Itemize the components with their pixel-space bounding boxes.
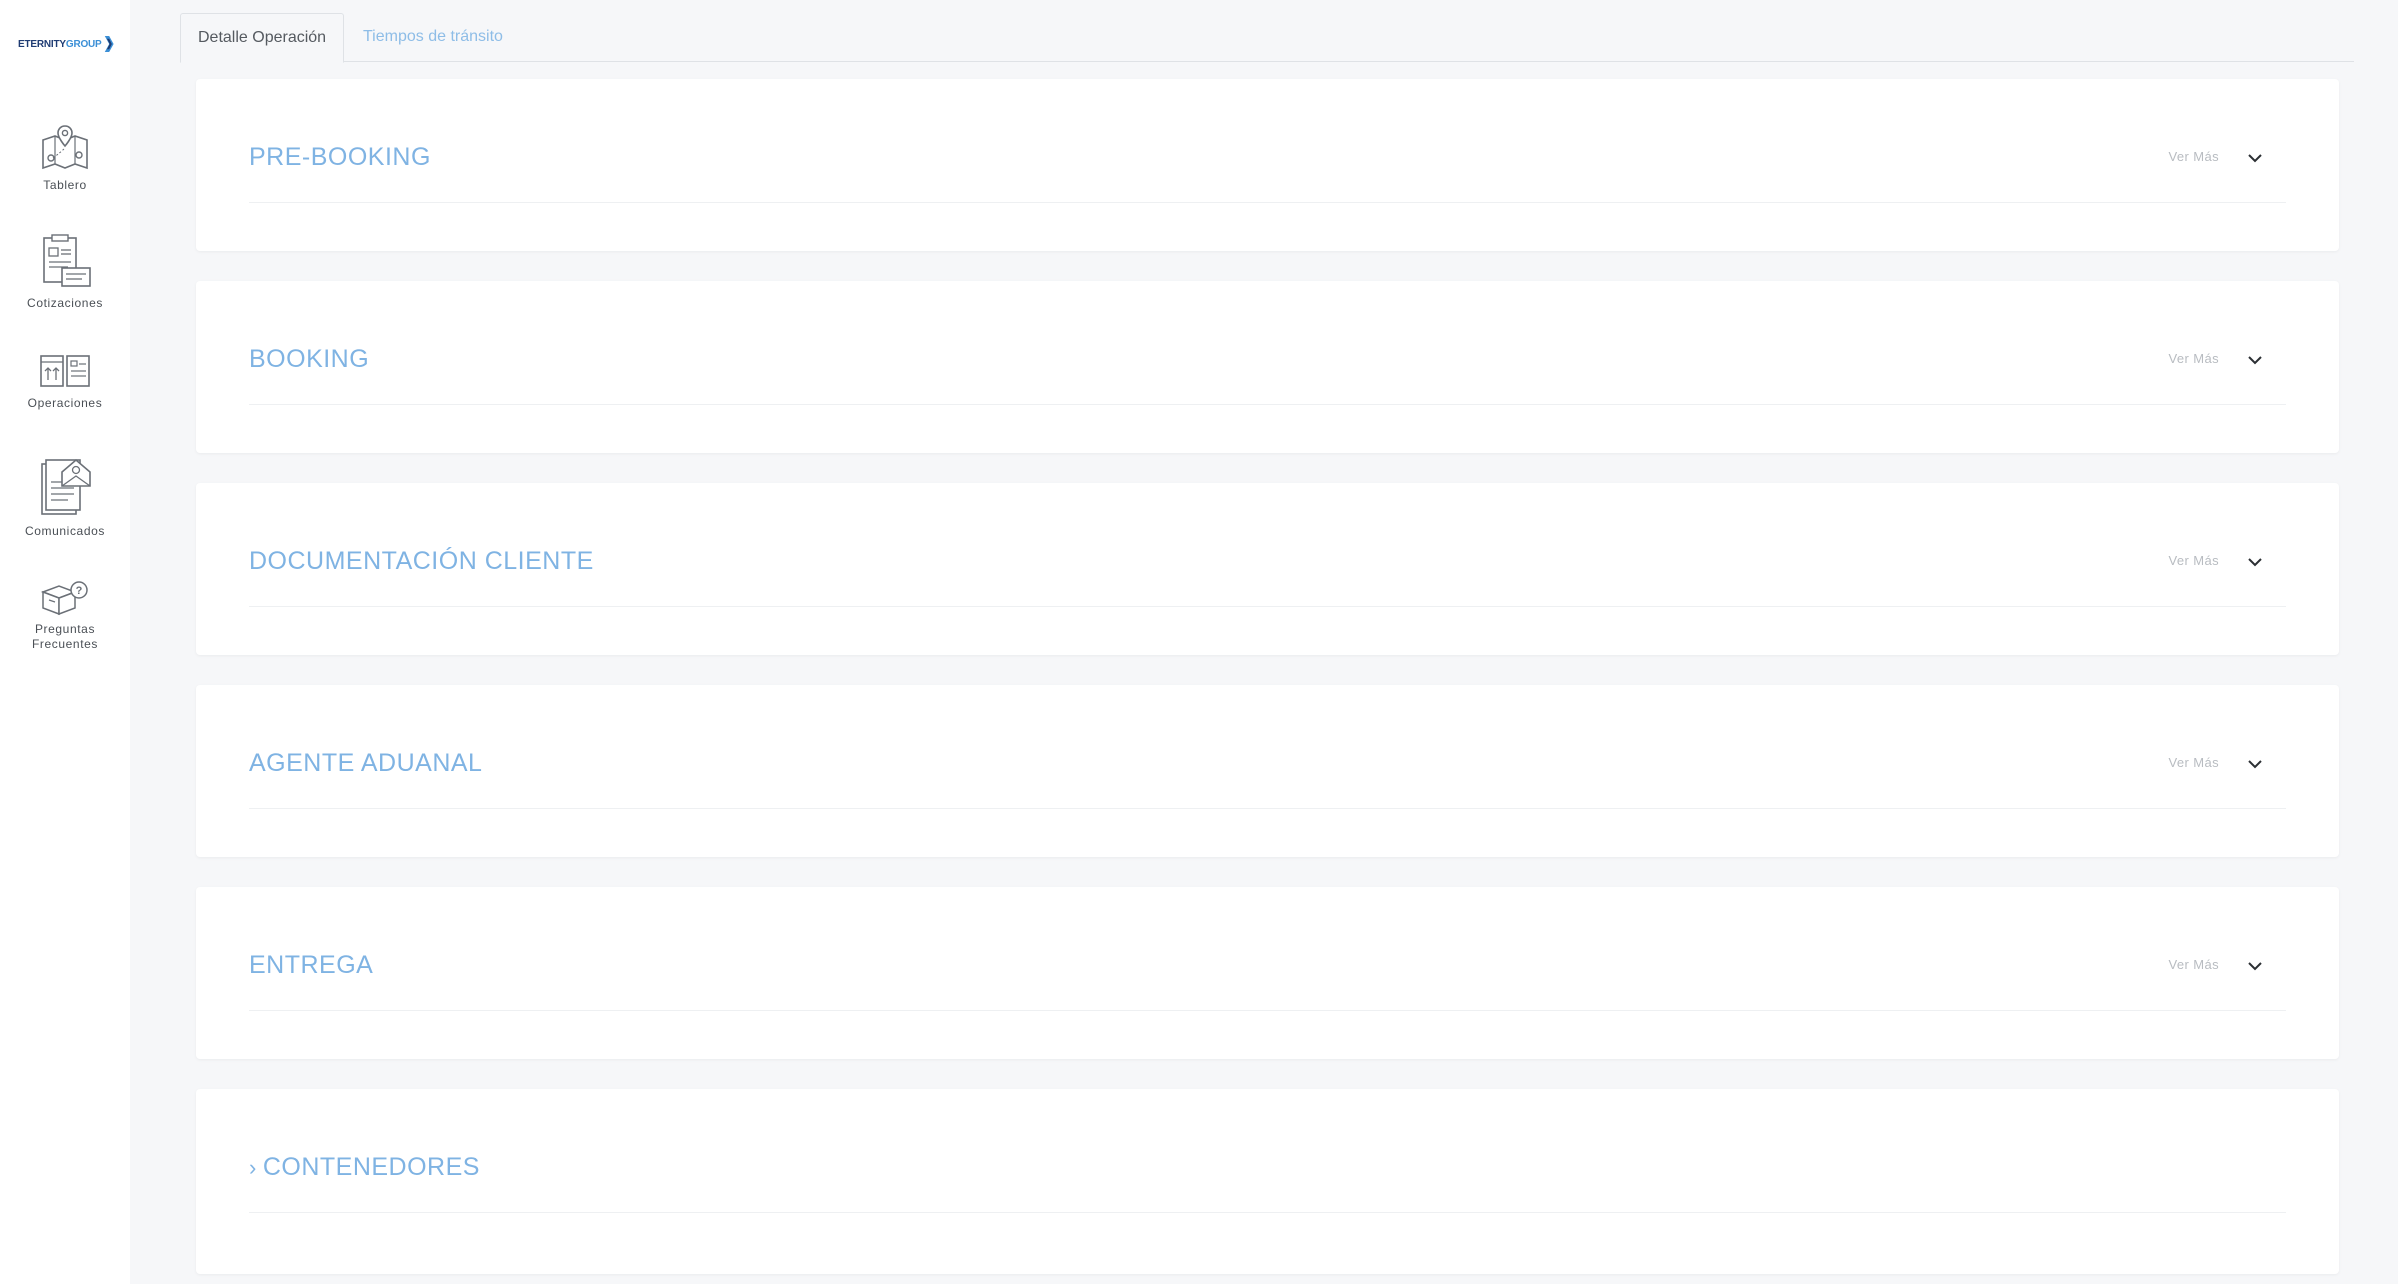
chevron-down-icon[interactable]	[2246, 958, 2264, 974]
sidebar-item-operaciones[interactable]: Operaciones	[0, 352, 130, 411]
tab-detalle-operacion[interactable]: Detalle Operación	[180, 13, 345, 63]
brand-logo[interactable]: ETERNITYGROUP	[18, 24, 114, 64]
panel-divider	[249, 808, 2286, 809]
sidebar-item-label: Tablero	[43, 178, 87, 192]
panel-documentacion-cliente: DOCUMENTACIÓN CLIENTE Ver Más	[196, 483, 2339, 655]
faq-box-icon: ?	[40, 581, 88, 616]
panel-title[interactable]: PRE-BOOKING	[249, 143, 431, 172]
panel-divider	[249, 404, 2286, 405]
panel-pre-booking: PRE-BOOKING Ver Más	[196, 79, 2339, 251]
panel-divider	[249, 606, 2286, 607]
sidebar-item-label: Operaciones	[27, 396, 103, 410]
tab-tiempos-de-transito[interactable]: Tiempos de tránsito	[346, 13, 520, 61]
chevron-down-icon[interactable]	[2246, 150, 2264, 166]
panel-title-text: CONTENEDORES	[262, 1153, 480, 1181]
svg-text:?: ?	[76, 585, 83, 597]
sidebar-item-comunicados[interactable]: Comunicados	[0, 456, 130, 539]
sidebar: ETERNITYGROUP Tablero Cotizaciones Opera…	[0, 0, 130, 1284]
tab-bar: Detalle Operación Tiempos de tránsito	[180, 13, 2354, 63]
sidebar-item-label-line2: Frecuentes	[31, 637, 99, 651]
ver-mas-link[interactable]: Ver Más	[2169, 553, 2219, 568]
ver-mas-link[interactable]: Ver Más	[2169, 957, 2219, 972]
chevron-right-icon: ›	[249, 1155, 257, 1180]
logo-arrow-icon	[104, 36, 114, 52]
ver-mas-link[interactable]: Ver Más	[2169, 351, 2219, 366]
brand-logo-text: ETERNITYGROUP	[18, 38, 102, 50]
ver-mas-link[interactable]: Ver Más	[2169, 755, 2219, 770]
envelope-document-icon	[41, 458, 91, 515]
quotation-icon	[43, 234, 91, 287]
panel-divider	[249, 1010, 2286, 1011]
panel-booking: BOOKING Ver Más	[196, 281, 2339, 453]
map-board-icon	[42, 125, 88, 170]
operations-boxes-icon	[40, 355, 90, 387]
sidebar-item-preguntas-frecuentes[interactable]: ? Preguntas Frecuentes	[0, 580, 130, 652]
panel-title[interactable]: DOCUMENTACIÓN CLIENTE	[249, 547, 594, 576]
panel-title[interactable]: AGENTE ADUANAL	[249, 749, 482, 778]
sidebar-item-label: Comunicados	[25, 524, 105, 538]
sidebar-item-tablero[interactable]: Tablero	[0, 122, 130, 193]
panel-entrega: ENTREGA Ver Más	[196, 887, 2339, 1059]
chevron-down-icon[interactable]	[2246, 756, 2264, 772]
panel-title-toggle[interactable]: › CONTENEDORES	[249, 1153, 480, 1182]
panel-divider	[249, 202, 2286, 203]
panel-agente-aduanal: AGENTE ADUANAL Ver Más	[196, 685, 2339, 857]
sidebar-item-label: Cotizaciones	[27, 296, 103, 310]
ver-mas-link[interactable]: Ver Más	[2169, 149, 2219, 164]
panel-title[interactable]: BOOKING	[249, 345, 369, 374]
sidebar-item-label-line1: Preguntas	[34, 622, 96, 636]
sidebar-item-cotizaciones[interactable]: Cotizaciones	[0, 234, 130, 311]
main-content: Detalle Operación Tiempos de tránsito PR…	[130, 0, 2398, 1284]
chevron-down-icon[interactable]	[2246, 554, 2264, 570]
panel-contenedores: › CONTENEDORES	[196, 1089, 2339, 1274]
panel-divider	[249, 1212, 2286, 1213]
chevron-down-icon[interactable]	[2246, 352, 2264, 368]
panel-title[interactable]: ENTREGA	[249, 951, 373, 980]
